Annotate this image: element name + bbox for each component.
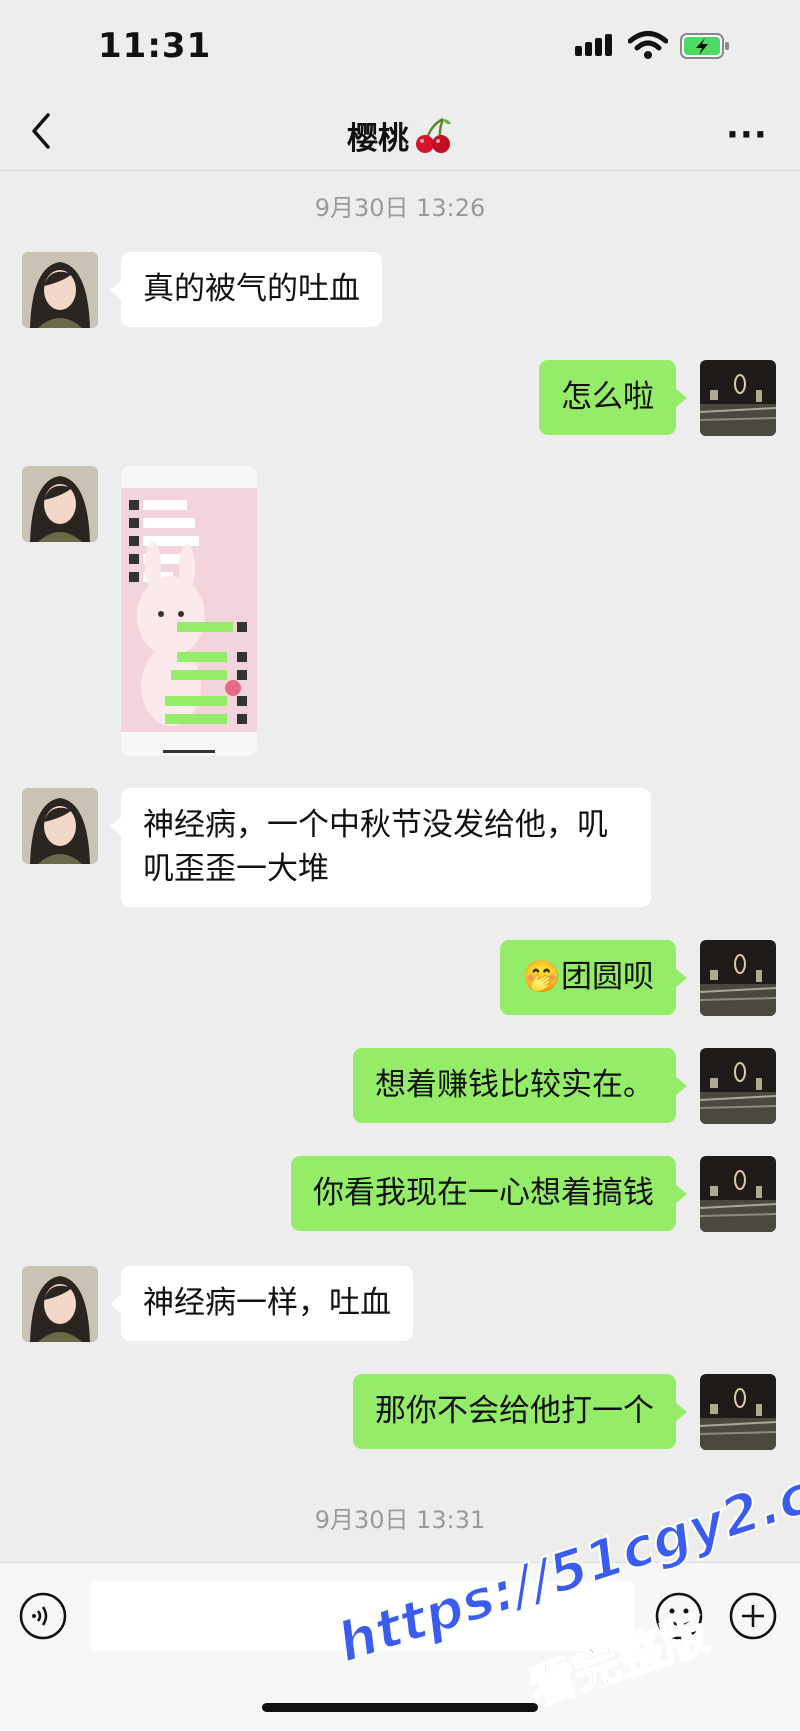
status-bar: 11:31 bbox=[0, 0, 800, 95]
chat-header: 樱桃 ··· bbox=[0, 95, 800, 171]
message-text: 神经病一样，吐血 bbox=[143, 1285, 391, 1321]
cherry-icon bbox=[416, 117, 451, 153]
message-bubble-incoming[interactable]: 真的被气的吐血 bbox=[110, 252, 382, 327]
my-avatar[interactable] bbox=[700, 360, 776, 436]
message-bubble-incoming[interactable]: 神经病一样，吐血 bbox=[110, 1266, 413, 1341]
message-text: 团圆呗 bbox=[561, 959, 654, 995]
contact-avatar[interactable] bbox=[22, 1266, 98, 1342]
message-bubble-outgoing[interactable]: 你看我现在一心想着搞钱 bbox=[291, 1156, 687, 1231]
message-text: 那你不会给他打一个 bbox=[375, 1393, 654, 1429]
status-time: 11:31 bbox=[98, 26, 212, 66]
emoji: 🤭 bbox=[522, 959, 561, 995]
message-timestamp: 9月30日 13:26 bbox=[314, 194, 486, 222]
message-text: 真的被气的吐血 bbox=[143, 271, 360, 307]
contact-name: 樱桃 bbox=[347, 121, 409, 157]
message-input-bar bbox=[0, 1562, 800, 1731]
my-avatar[interactable] bbox=[700, 1374, 776, 1450]
message-bubble-outgoing[interactable]: 想着赚钱比较实在。 bbox=[353, 1048, 687, 1123]
message-bubble-outgoing[interactable]: 🤭团圆呗 bbox=[500, 940, 687, 1015]
chat-screenshot-image[interactable] bbox=[121, 466, 257, 756]
message-text: 你看我现在一心想着搞钱 bbox=[313, 1175, 654, 1211]
home-indicator bbox=[262, 1703, 538, 1712]
message-bubble-outgoing[interactable]: 那你不会给他打一个 bbox=[353, 1374, 687, 1449]
message-bubble-incoming[interactable]: 神经病，一个中秋节没发给他，叽叽歪歪一大堆 bbox=[110, 788, 651, 907]
wifi-icon bbox=[628, 31, 668, 59]
voice-icon[interactable] bbox=[18, 1591, 68, 1641]
message-timestamp: 9月30日 13:31 bbox=[314, 1506, 486, 1534]
my-avatar[interactable] bbox=[700, 940, 776, 1016]
message-text: 怎么啦 bbox=[561, 379, 654, 415]
message-input[interactable] bbox=[90, 1581, 635, 1651]
message-bubble-outgoing[interactable]: 怎么啦 bbox=[539, 360, 687, 435]
emoji-icon[interactable] bbox=[654, 1591, 704, 1641]
battery-charging-icon bbox=[680, 33, 729, 59]
contact-avatar[interactable] bbox=[22, 788, 98, 864]
message-text: 想着赚钱比较实在。 bbox=[375, 1067, 654, 1103]
contact-avatar[interactable] bbox=[22, 466, 98, 542]
contact-avatar[interactable] bbox=[22, 252, 98, 328]
plus-icon[interactable] bbox=[728, 1591, 778, 1641]
my-avatar[interactable] bbox=[700, 1156, 776, 1232]
message-text: 神经病，一个中秋节没发给他，叽叽歪歪一大堆 bbox=[143, 807, 608, 887]
more-options-button[interactable]: ··· bbox=[726, 115, 768, 155]
my-avatar[interactable] bbox=[700, 1048, 776, 1124]
chat-title: 樱桃 bbox=[0, 113, 800, 158]
cellular-signal-icon bbox=[575, 34, 615, 56]
